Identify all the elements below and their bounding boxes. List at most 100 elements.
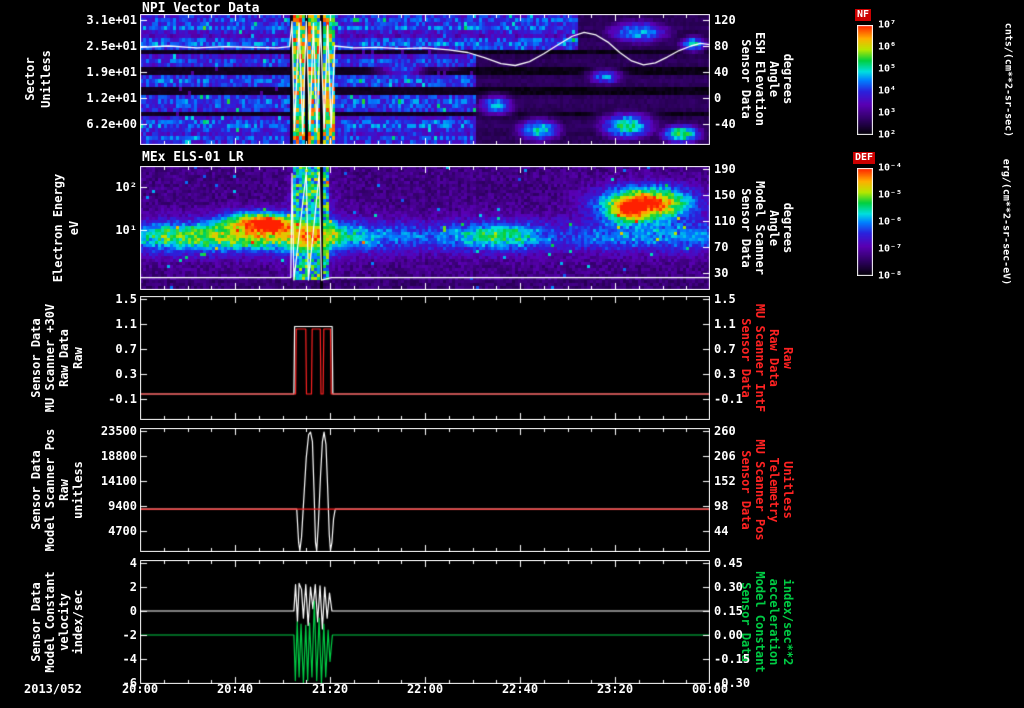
def-colorbar bbox=[857, 168, 873, 276]
axis-label-right-p1: ESH Elevation bbox=[753, 32, 767, 126]
y-tick-label-right: 120 bbox=[714, 13, 736, 27]
axis-label-right-p3: Raw Data bbox=[767, 329, 781, 387]
axis-label-left-p4: unitless bbox=[71, 461, 85, 519]
axis-label-right-p3: Raw bbox=[781, 347, 795, 369]
axis-label-left-p4: Model Scanner Pos bbox=[43, 428, 57, 552]
y-tick-label: 1.9e+01 bbox=[86, 65, 137, 79]
colorbar-tick-label: 10⁷ bbox=[878, 19, 897, 31]
axis-label-left-p4: Sensor Data bbox=[29, 450, 43, 530]
y-tick-label-right: 0 bbox=[714, 91, 722, 105]
y-tick-label-right: 40 bbox=[714, 65, 729, 79]
y-tick-label: 10² bbox=[115, 180, 137, 194]
colorbar-tick-label: 10⁵ bbox=[878, 63, 897, 75]
y-tick-label: 0.3 bbox=[115, 367, 137, 381]
y-tick-label-right: 0.7 bbox=[714, 342, 736, 356]
y-tick-label-right: 30 bbox=[714, 266, 729, 280]
y-tick-label-right: 206 bbox=[714, 449, 736, 463]
axis-label-right-p4: Telemetry bbox=[767, 457, 781, 523]
panel2-title: MEx ELS-01 LR bbox=[142, 150, 244, 165]
x-tick-label: 23:20 bbox=[596, 682, 634, 696]
axis-label-right-p2: Sensor Data bbox=[739, 188, 753, 268]
nf-colorbar-tag: NF bbox=[855, 9, 872, 21]
colorbar-tick-label: 10⁴ bbox=[878, 85, 897, 97]
y-tick-label: 10¹ bbox=[115, 223, 137, 237]
velocity-acceleration-plot bbox=[140, 560, 710, 684]
axis-label-left-p5: index/sec bbox=[71, 589, 85, 655]
def-colorbar-unit-label: erg/(cm**2-sr-sec-eV) bbox=[1000, 158, 1012, 286]
colorbar-tick-label: 10³ bbox=[878, 107, 897, 119]
y-tick-label-right: 80 bbox=[714, 39, 729, 53]
axis-label-right-p5: index/sec**2 bbox=[781, 578, 795, 666]
axis-label-left-p2: eV bbox=[67, 220, 81, 236]
figure: NPI Vector Data MEx ELS-01 LR NF DEF cnt… bbox=[0, 0, 1024, 708]
axis-label-left-p1: Sector bbox=[23, 57, 37, 101]
axis-label-right-p4: Sensor Data bbox=[739, 450, 753, 530]
y-tick-label: -0.1 bbox=[108, 392, 137, 406]
colorbar-tick-label: 10² bbox=[878, 129, 897, 141]
y-tick-label: 0.7 bbox=[115, 342, 137, 356]
y-tick-label: 4 bbox=[129, 556, 137, 570]
x-tick-label: 22:40 bbox=[501, 682, 539, 696]
y-tick-label-right: 1.1 bbox=[714, 317, 736, 331]
y-tick-label: 14100 bbox=[100, 474, 137, 488]
axis-label-left-p3: MU Scanner +30V bbox=[43, 303, 57, 413]
y-tick-label-right: 70 bbox=[714, 240, 729, 254]
y-tick-label-right: 260 bbox=[714, 424, 736, 438]
colorbar-tick-label: 10⁻⁶ bbox=[878, 216, 903, 228]
y-tick-label: 23500 bbox=[100, 424, 137, 438]
y-tick-label: 3.1e+01 bbox=[86, 13, 137, 27]
y-tick-label-right: 0.00 bbox=[714, 628, 743, 642]
y-tick-label-right: 150 bbox=[714, 188, 736, 202]
y-tick-label-right: -0.1 bbox=[714, 392, 743, 406]
colorbar-tick-label: 10⁻⁴ bbox=[878, 162, 903, 174]
axis-label-right-p1: degrees bbox=[781, 53, 795, 105]
y-tick-label: 1.2e+01 bbox=[86, 91, 137, 105]
y-tick-label: 0 bbox=[129, 604, 137, 618]
y-tick-label: 2 bbox=[129, 580, 137, 594]
scanner-intf-line-plot bbox=[140, 296, 710, 420]
colorbar-tick-label: 10⁶ bbox=[878, 41, 897, 53]
axis-label-right-p3: MU Scanner IntF bbox=[753, 303, 767, 413]
axis-label-right-p2: Angle bbox=[767, 209, 781, 247]
y-tick-label-right: 0.30 bbox=[714, 580, 743, 594]
def-colorbar-tag: DEF bbox=[853, 152, 876, 164]
axis-label-right-p2: Model Scanner bbox=[753, 181, 767, 275]
x-tick-label: 20:00 bbox=[121, 682, 159, 696]
axis-label-left-p3: Raw Data bbox=[57, 329, 71, 387]
x-tick-label: 00:00 bbox=[691, 682, 729, 696]
y-tick-label: 1.5 bbox=[115, 292, 137, 306]
y-tick-label: 18800 bbox=[100, 449, 137, 463]
y-tick-label-right: 0.45 bbox=[714, 556, 743, 570]
axis-label-right-p5: acceleration bbox=[767, 578, 781, 666]
axis-label-right-p1: Angle bbox=[767, 60, 781, 98]
y-tick-label: 1.1 bbox=[115, 317, 137, 331]
els-spectrogram-plot bbox=[140, 166, 710, 290]
axis-label-right-p2: degrees bbox=[781, 202, 795, 254]
npi-spectrogram-plot bbox=[140, 14, 710, 145]
axis-label-right-p5: Sensor Data bbox=[739, 582, 753, 662]
y-tick-label: 4700 bbox=[108, 524, 137, 538]
colorbar-tick-label: 10⁻⁵ bbox=[878, 189, 903, 201]
y-tick-label-right: 0.15 bbox=[714, 604, 743, 618]
y-tick-label-right: 44 bbox=[714, 524, 729, 538]
y-tick-label-right: 98 bbox=[714, 499, 729, 513]
scanner-pos-line-plot bbox=[140, 428, 710, 552]
y-tick-label: -2 bbox=[122, 628, 137, 642]
colorbar-tick-label: 10⁻⁷ bbox=[878, 243, 903, 255]
axis-label-right-p4: Unitless bbox=[781, 461, 795, 519]
axis-label-right-p3: Sensor Data bbox=[739, 318, 753, 398]
nf-colorbar-unit-label: cnts/(cm**2-sr-sec) bbox=[1002, 22, 1014, 138]
y-tick-label-right: 152 bbox=[714, 474, 736, 488]
y-tick-label: -4 bbox=[122, 652, 137, 666]
y-tick-label: 6.2e+00 bbox=[86, 117, 137, 131]
y-tick-label-right: -40 bbox=[714, 117, 736, 131]
date-label: 2013/052 bbox=[24, 682, 82, 696]
y-tick-label-right: 1.5 bbox=[714, 292, 736, 306]
axis-label-right-p4: MU Scanner Pos bbox=[753, 439, 767, 541]
axis-label-right-p5: Model Constant bbox=[753, 571, 767, 673]
x-tick-label: 21:20 bbox=[311, 682, 349, 696]
y-tick-label-right: 110 bbox=[714, 214, 736, 228]
y-tick-label-right: 190 bbox=[714, 162, 736, 176]
axis-label-left-p3: Sensor Data bbox=[29, 318, 43, 398]
x-tick-label: 20:40 bbox=[216, 682, 254, 696]
